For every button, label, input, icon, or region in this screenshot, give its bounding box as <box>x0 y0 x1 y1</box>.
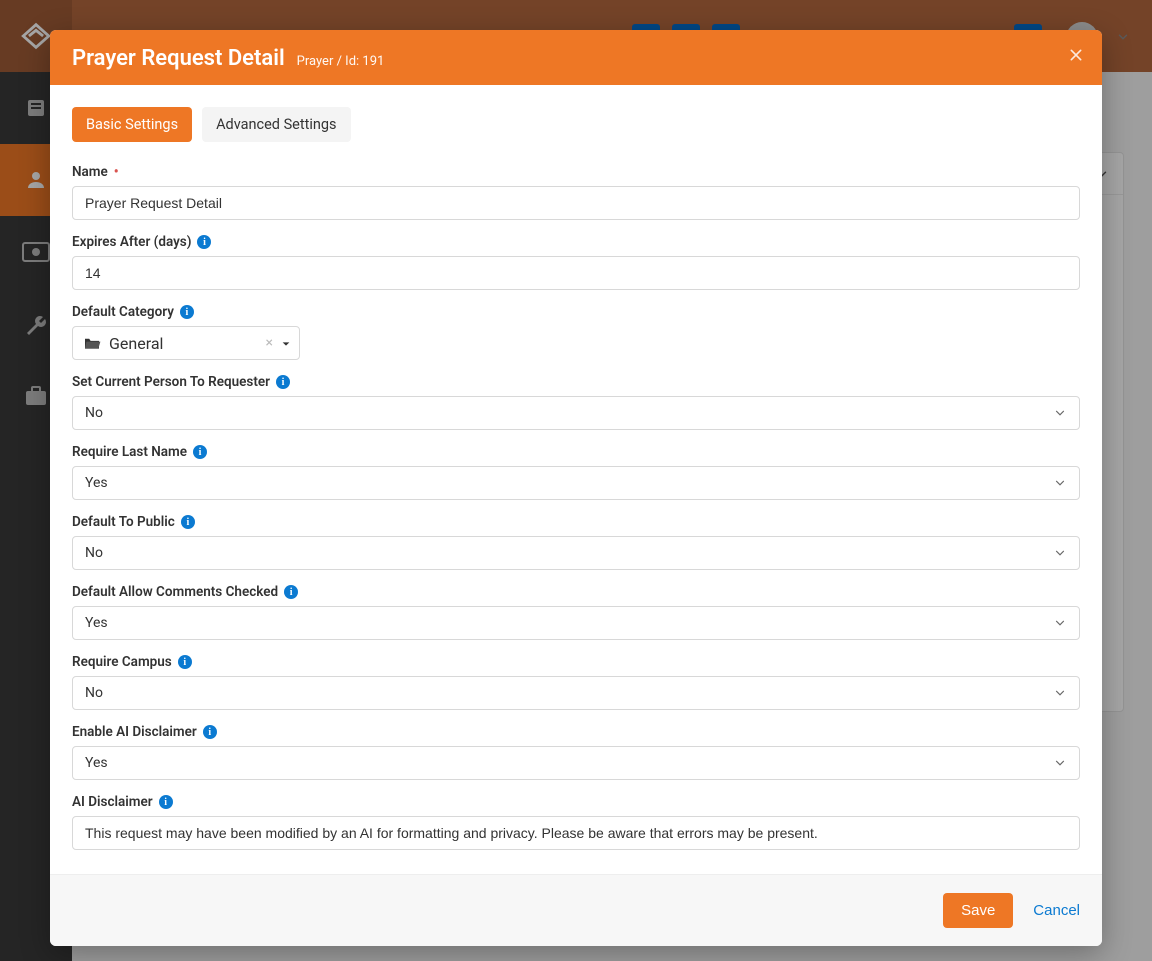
field-ai-disclaimer: AI Disclaimer i <box>72 794 1080 850</box>
chevron-down-icon <box>1053 406 1067 420</box>
name-input[interactable] <box>72 186 1080 220</box>
label-name-text: Name <box>72 164 108 180</box>
label-enable-ai-text: Enable AI Disclaimer <box>72 724 197 740</box>
field-require-last-name: Require Last Name i Yes <box>72 444 1080 500</box>
label-default-allow-comments: Default Allow Comments Checked i <box>72 584 1080 600</box>
chevron-down-icon <box>1053 686 1067 700</box>
info-icon[interactable]: i <box>178 655 192 669</box>
modal-footer: Save Cancel <box>50 874 1102 946</box>
label-set-current-person: Set Current Person To Requester i <box>72 374 1080 390</box>
label-default-to-public-text: Default To Public <box>72 514 175 530</box>
label-default-to-public: Default To Public i <box>72 514 1080 530</box>
settings-modal: Prayer Request Detail Prayer / Id: 191 B… <box>50 30 1102 946</box>
info-icon[interactable]: i <box>203 725 217 739</box>
label-require-last-name: Require Last Name i <box>72 444 1080 460</box>
enable-ai-value: Yes <box>85 755 108 771</box>
tab-advanced-settings[interactable]: Advanced Settings <box>202 107 350 142</box>
save-button[interactable]: Save <box>943 893 1013 928</box>
enable-ai-select[interactable]: Yes <box>72 746 1080 780</box>
label-require-last-name-text: Require Last Name <box>72 444 187 460</box>
info-icon[interactable]: i <box>197 235 211 249</box>
ai-disclaimer-input[interactable] <box>72 816 1080 850</box>
chevron-down-icon <box>1053 756 1067 770</box>
label-set-current-person-text: Set Current Person To Requester <box>72 374 270 390</box>
chevron-down-icon <box>1053 616 1067 630</box>
folder-open-icon <box>83 336 101 350</box>
require-campus-select[interactable]: No <box>72 676 1080 710</box>
set-current-person-value: No <box>85 405 103 421</box>
label-expires-text: Expires After (days) <box>72 234 191 250</box>
required-marker: • <box>114 164 119 180</box>
default-to-public-select[interactable]: No <box>72 536 1080 570</box>
default-allow-comments-value: Yes <box>85 615 108 631</box>
close-button[interactable] <box>1068 44 1084 68</box>
field-expires: Expires After (days) i <box>72 234 1080 290</box>
default-to-public-value: No <box>85 545 103 561</box>
set-current-person-select[interactable]: No <box>72 396 1080 430</box>
category-clear[interactable]: × <box>266 335 273 351</box>
label-ai-disclaimer: AI Disclaimer i <box>72 794 1080 810</box>
expires-input[interactable] <box>72 256 1080 290</box>
tabs: Basic Settings Advanced Settings <box>72 107 1080 142</box>
info-icon[interactable]: i <box>181 515 195 529</box>
info-icon[interactable]: i <box>284 585 298 599</box>
info-icon[interactable]: i <box>180 305 194 319</box>
info-icon[interactable]: i <box>159 795 173 809</box>
label-expires: Expires After (days) i <box>72 234 1080 250</box>
field-name: Name • <box>72 164 1080 220</box>
chevron-down-icon <box>1053 546 1067 560</box>
require-campus-value: No <box>85 685 103 701</box>
tab-basic-settings[interactable]: Basic Settings <box>72 107 192 142</box>
field-enable-ai: Enable AI Disclaimer i Yes <box>72 724 1080 780</box>
label-default-category-text: Default Category <box>72 304 174 320</box>
category-picker[interactable]: General × <box>72 326 300 360</box>
info-icon[interactable]: i <box>193 445 207 459</box>
default-allow-comments-select[interactable]: Yes <box>72 606 1080 640</box>
field-default-category: Default Category i General × <box>72 304 1080 360</box>
field-set-current-person: Set Current Person To Requester i No <box>72 374 1080 430</box>
modal-title: Prayer Request Detail <box>72 46 285 71</box>
cancel-button[interactable]: Cancel <box>1033 902 1080 919</box>
label-default-category: Default Category i <box>72 304 1080 320</box>
field-default-allow-comments: Default Allow Comments Checked i Yes <box>72 584 1080 640</box>
require-last-name-select[interactable]: Yes <box>72 466 1080 500</box>
label-ai-disclaimer-text: AI Disclaimer <box>72 794 153 810</box>
info-icon[interactable]: i <box>276 375 290 389</box>
category-dropdown-toggle[interactable] <box>281 334 291 353</box>
close-icon <box>1068 47 1084 63</box>
label-require-campus-text: Require Campus <box>72 654 172 670</box>
category-picker-value: General <box>109 334 163 353</box>
caret-down-icon <box>281 339 291 349</box>
label-enable-ai: Enable AI Disclaimer i <box>72 724 1080 740</box>
chevron-down-icon <box>1053 476 1067 490</box>
label-name: Name • <box>72 164 1080 180</box>
require-last-name-value: Yes <box>85 475 108 491</box>
label-require-campus: Require Campus i <box>72 654 1080 670</box>
modal-subtitle: Prayer / Id: 191 <box>297 54 385 69</box>
field-default-to-public: Default To Public i No <box>72 514 1080 570</box>
modal-body: Basic Settings Advanced Settings Name • … <box>50 85 1102 874</box>
label-default-allow-comments-text: Default Allow Comments Checked <box>72 584 278 600</box>
modal-header: Prayer Request Detail Prayer / Id: 191 <box>50 30 1102 85</box>
field-require-campus: Require Campus i No <box>72 654 1080 710</box>
